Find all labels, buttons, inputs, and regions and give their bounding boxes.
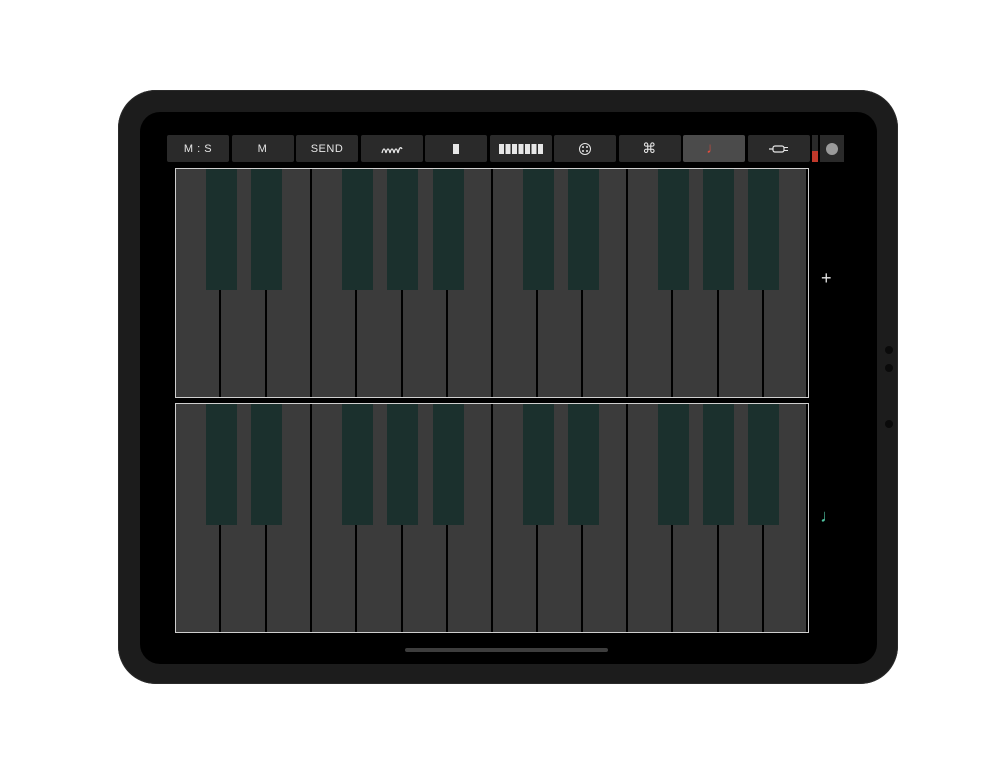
m-button-label: M	[257, 142, 268, 155]
app-screen: M : S M SEND ⌘ ♩ + ♩	[140, 112, 877, 664]
single-key-mode-button[interactable]	[425, 135, 487, 162]
arpeggio-icon	[380, 143, 403, 155]
black-key[interactable]	[703, 169, 734, 290]
black-key[interactable]	[703, 404, 734, 525]
multi-key-mode-button[interactable]	[489, 135, 552, 162]
black-key[interactable]	[342, 169, 373, 290]
side-button-1	[885, 346, 893, 354]
black-key[interactable]	[206, 169, 237, 290]
black-key[interactable]	[568, 169, 599, 290]
side-button-3	[885, 420, 893, 428]
black-key[interactable]	[387, 169, 418, 290]
home-indicator	[405, 648, 608, 652]
black-key[interactable]	[568, 404, 599, 525]
black-key[interactable]	[342, 404, 373, 525]
black-key[interactable]	[433, 404, 464, 525]
pattern-button[interactable]	[554, 135, 616, 162]
note-icon: ♩	[706, 140, 722, 157]
black-key[interactable]	[206, 404, 237, 525]
black-key[interactable]	[251, 169, 282, 290]
keyboard-upper[interactable]	[175, 168, 809, 398]
arpeggio-button[interactable]	[360, 135, 423, 162]
output-level-meter	[812, 135, 818, 162]
black-key[interactable]	[523, 404, 554, 525]
output-level-fill	[812, 151, 818, 162]
black-key[interactable]	[251, 404, 282, 525]
cable-icon	[768, 144, 789, 154]
ms-button[interactable]: M : S	[167, 135, 229, 162]
black-key[interactable]	[658, 404, 689, 525]
record-icon	[826, 142, 838, 155]
black-key[interactable]	[658, 169, 689, 290]
command-button[interactable]: ⌘	[618, 135, 681, 162]
add-keyboard-button[interactable]: +	[821, 269, 832, 287]
keyboard-lower[interactable]	[175, 403, 809, 633]
side-button-2	[885, 364, 893, 372]
note-indicator-icon[interactable]: ♩	[820, 507, 838, 525]
m-button[interactable]: M	[231, 135, 294, 162]
send-button-label: SEND	[310, 142, 344, 155]
record-button[interactable]	[820, 135, 844, 162]
command-icon: ⌘	[642, 140, 657, 156]
black-key[interactable]	[387, 404, 418, 525]
black-key[interactable]	[748, 169, 779, 290]
send-button[interactable]: SEND	[296, 135, 358, 162]
multi-bar-icon	[498, 143, 544, 155]
note-mode-button[interactable]: ♩	[683, 135, 745, 162]
circle-pattern-icon	[578, 142, 592, 156]
black-key[interactable]	[748, 404, 779, 525]
midi-cable-button[interactable]	[747, 135, 810, 162]
ms-button-label: M : S	[183, 142, 213, 155]
black-key[interactable]	[433, 169, 464, 290]
single-bar-icon	[452, 143, 460, 155]
black-key[interactable]	[523, 169, 554, 290]
